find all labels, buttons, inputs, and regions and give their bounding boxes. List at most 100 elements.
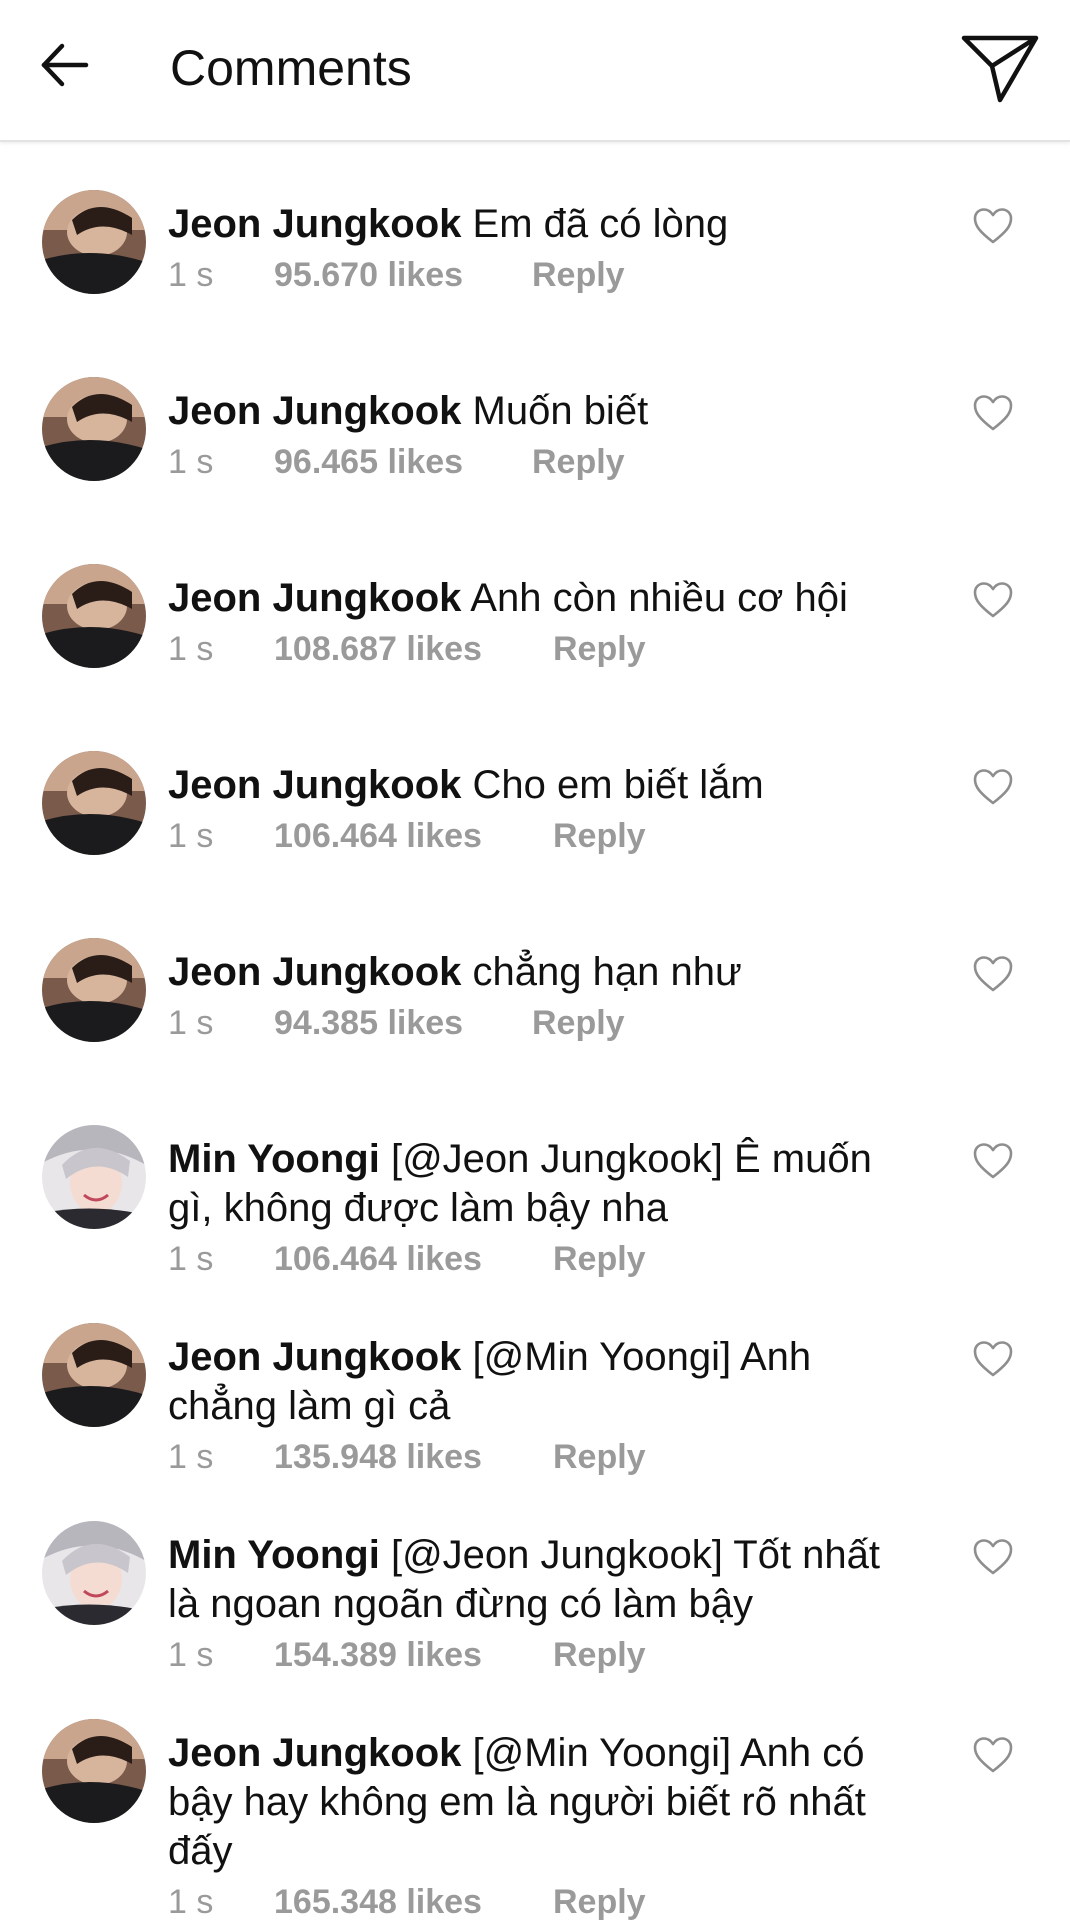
comment-time: 1 s (168, 443, 214, 481)
comment-likes[interactable]: 154.389 likes (274, 1631, 482, 1679)
comment-time: 1 s (168, 1004, 214, 1042)
reply-button[interactable]: Reply (532, 999, 625, 1047)
avatar[interactable] (42, 564, 146, 668)
comment-likes[interactable]: 96.465 likes (274, 438, 463, 486)
comment-message: Em đã có lòng (472, 202, 729, 246)
comment-time: 1 s (168, 817, 214, 855)
reply-button[interactable]: Reply (553, 1878, 646, 1926)
comment-username[interactable]: Jeon Jungkook (168, 389, 461, 433)
reply-button[interactable]: Reply (553, 1631, 646, 1679)
avatar[interactable] (42, 190, 146, 294)
heart-icon[interactable] (972, 393, 1014, 433)
comment-body: Min Yoongi [@Jeon Jungkook] Ê muốn gì, k… (168, 1135, 908, 1283)
reply-button[interactable]: Reply (532, 438, 625, 486)
avatar[interactable] (42, 1125, 146, 1229)
comment-text: Jeon Jungkook [@Min Yoongi] Anh có bậy h… (168, 1729, 908, 1876)
reply-button[interactable]: Reply (553, 812, 646, 860)
comment-meta: 1 s 94.385 likes Reply (168, 999, 908, 1047)
comment-username[interactable]: Jeon Jungkook (168, 1731, 461, 1775)
heart-icon[interactable] (972, 206, 1014, 246)
comment-meta: 1 s 95.670 likes Reply (168, 251, 908, 299)
arrow-left-icon (41, 43, 89, 87)
reply-button[interactable]: Reply (553, 625, 646, 673)
comment-username[interactable]: Jeon Jungkook (168, 1335, 461, 1379)
avatar[interactable] (42, 1323, 146, 1427)
heart-icon[interactable] (972, 580, 1014, 620)
avatar[interactable] (42, 1521, 146, 1625)
heart-icon[interactable] (972, 954, 1014, 994)
comment-message: chẳng hạn như (472, 950, 742, 994)
comment-text: Jeon Jungkook Anh còn nhiều cơ hội (168, 574, 908, 623)
comment-text: Jeon Jungkook Cho em biết lắm (168, 761, 908, 810)
comment-likes[interactable]: 135.948 likes (274, 1433, 482, 1481)
comment-meta: 1 s 96.465 likes Reply (168, 438, 908, 486)
comment-likes[interactable]: 95.670 likes (274, 251, 463, 299)
jungkook-avatar-icon (42, 564, 146, 668)
back-button[interactable] (30, 30, 100, 100)
yoongi-avatar-icon (42, 1125, 146, 1229)
comment-text: Jeon Jungkook Em đã có lòng (168, 200, 908, 249)
heart-icon[interactable] (972, 1735, 1014, 1775)
jungkook-avatar-icon (42, 751, 146, 855)
comment-text: Jeon Jungkook [@Min Yoongi] Anh chẳng là… (168, 1333, 908, 1431)
reply-button[interactable]: Reply (532, 251, 625, 299)
comment-meta: 1 s 106.464 likes Reply (168, 812, 908, 860)
avatar[interactable] (42, 938, 146, 1042)
reply-button[interactable]: Reply (553, 1433, 646, 1481)
comment-likes[interactable]: 94.385 likes (274, 999, 463, 1047)
comment-list: Jeon Jungkook Em đã có lòng 1 s 95.670 l… (0, 0, 1070, 1921)
comment-username[interactable]: Min Yoongi (168, 1137, 380, 1181)
comment-time: 1 s (168, 1883, 214, 1921)
comment-likes[interactable]: 108.687 likes (274, 625, 482, 673)
comment-body: Jeon Jungkook [@Min Yoongi] Anh có bậy h… (168, 1729, 908, 1926)
comment-text: Jeon Jungkook Muốn biết (168, 387, 908, 436)
jungkook-avatar-icon (42, 938, 146, 1042)
reply-button[interactable]: Reply (553, 1235, 646, 1283)
comment-body: Min Yoongi [@Jeon Jungkook] Tốt nhất là … (168, 1531, 908, 1679)
jungkook-avatar-icon (42, 1719, 146, 1823)
comment-meta: 1 s 108.687 likes Reply (168, 625, 908, 673)
comment-text: Min Yoongi [@Jeon Jungkook] Ê muốn gì, k… (168, 1135, 908, 1233)
comment-text: Jeon Jungkook chẳng hạn như (168, 948, 908, 997)
comment-username[interactable]: Jeon Jungkook (168, 763, 461, 807)
comment-body: Jeon Jungkook Cho em biết lắm 1 s 106.46… (168, 761, 908, 860)
avatar[interactable] (42, 377, 146, 481)
paper-plane-icon (961, 35, 1039, 103)
comment-body: Jeon Jungkook Anh còn nhiều cơ hội 1 s 1… (168, 574, 908, 673)
comment-likes[interactable]: 106.464 likes (274, 812, 482, 860)
comment-body: Jeon Jungkook chẳng hạn như 1 s 94.385 l… (168, 948, 908, 1047)
comment-meta: 1 s 165.348 likes Reply (168, 1878, 908, 1926)
jungkook-avatar-icon (42, 377, 146, 481)
jungkook-avatar-icon (42, 190, 146, 294)
comment-body: Jeon Jungkook [@Min Yoongi] Anh chẳng là… (168, 1333, 908, 1481)
comment-time: 1 s (168, 630, 214, 668)
comment-time: 1 s (168, 256, 214, 294)
heart-icon[interactable] (972, 767, 1014, 807)
avatar[interactable] (42, 751, 146, 855)
heart-icon[interactable] (972, 1537, 1014, 1577)
comment-likes[interactable]: 106.464 likes (274, 1235, 482, 1283)
comment-time: 1 s (168, 1240, 214, 1278)
comment-text: Min Yoongi [@Jeon Jungkook] Tốt nhất là … (168, 1531, 908, 1629)
comment-message: Muốn biết (472, 389, 649, 433)
share-button[interactable] (955, 28, 1045, 108)
jungkook-avatar-icon (42, 1323, 146, 1427)
comment-message: Anh còn nhiều cơ hội (470, 576, 848, 620)
comment-body: Jeon Jungkook Em đã có lòng 1 s 95.670 l… (168, 200, 908, 299)
avatar[interactable] (42, 1719, 146, 1823)
comment-time: 1 s (168, 1636, 214, 1674)
comment-username[interactable]: Jeon Jungkook (168, 576, 461, 620)
comment-username[interactable]: Min Yoongi (168, 1533, 380, 1577)
page-title: Comments (170, 40, 412, 96)
comment-meta: 1 s 106.464 likes Reply (168, 1235, 908, 1283)
comment-username[interactable]: Jeon Jungkook (168, 950, 461, 994)
comment-meta: 1 s 154.389 likes Reply (168, 1631, 908, 1679)
heart-icon[interactable] (972, 1339, 1014, 1379)
heart-icon[interactable] (972, 1141, 1014, 1181)
comment-message: Cho em biết lắm (472, 763, 764, 807)
top-app-bar: Comments (0, 0, 1070, 142)
comment-likes[interactable]: 165.348 likes (274, 1878, 482, 1926)
comment-meta: 1 s 135.948 likes Reply (168, 1433, 908, 1481)
comment-username[interactable]: Jeon Jungkook (168, 202, 461, 246)
comment-body: Jeon Jungkook Muốn biết 1 s 96.465 likes… (168, 387, 908, 486)
